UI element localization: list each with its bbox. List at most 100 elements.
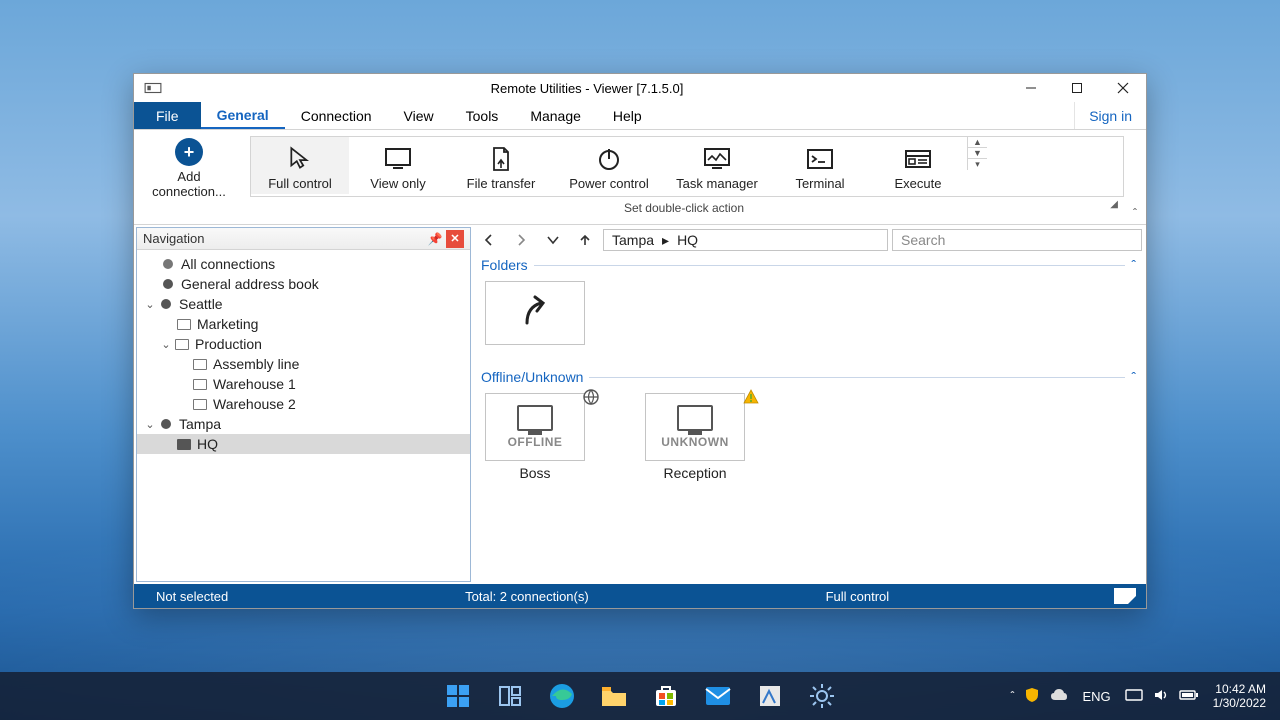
monitor-icon (677, 405, 713, 431)
task-view-button[interactable] (490, 676, 530, 716)
parent-folder-tile[interactable] (485, 281, 585, 345)
dot-icon (159, 259, 177, 269)
tree-assembly-line[interactable]: Assembly line (137, 354, 470, 374)
add-connection-button[interactable]: + Add connection... (134, 130, 244, 224)
power-control-button[interactable]: Power control (555, 137, 663, 194)
edge-icon[interactable] (542, 676, 582, 716)
tree-production[interactable]: ⌄Production (137, 334, 470, 354)
task-manager-button[interactable]: Task manager (663, 137, 771, 194)
tree-seattle[interactable]: ⌄Seattle (137, 294, 470, 314)
tree-hq[interactable]: HQ (137, 434, 470, 454)
execute-button[interactable]: Execute (869, 137, 967, 194)
ribbon-scroll[interactable]: ▲ ▼ ▾ (967, 137, 987, 170)
folder-icon (175, 319, 193, 330)
scroll-down-icon[interactable]: ▼ (968, 148, 987, 159)
plus-icon: + (175, 138, 203, 166)
nav-forward-button[interactable] (507, 229, 535, 251)
navigation-header: Navigation 📌 ✕ (137, 228, 470, 250)
chevron-down-icon[interactable]: ⌄ (143, 298, 157, 311)
collapse-offline-icon[interactable]: ˆ (1131, 369, 1136, 385)
dot-icon (157, 299, 175, 309)
collapse-folders-icon[interactable]: ˆ (1131, 257, 1136, 273)
dot-icon (159, 279, 177, 289)
folder-icon (173, 339, 191, 350)
ribbon-caption: Set double-click action ◢ (244, 197, 1124, 219)
nav-up-button[interactable] (571, 229, 599, 251)
signin-link[interactable]: Sign in (1074, 102, 1146, 129)
menubar: File General Connection View Tools Manag… (134, 102, 1146, 130)
nav-back-button[interactable] (475, 229, 503, 251)
tree-general-address-book[interactable]: General address book (137, 274, 470, 294)
app-toolbar-icon[interactable] (144, 79, 162, 97)
minimize-button[interactable] (1008, 74, 1054, 102)
pin-icon[interactable]: 📌 (426, 230, 444, 248)
status-total: Total: 2 connection(s) (453, 589, 601, 604)
folder-icon (191, 399, 209, 410)
file-icon (485, 143, 517, 175)
keyboard-icon[interactable] (1125, 688, 1143, 705)
settings-icon[interactable] (802, 676, 842, 716)
tree-all-connections[interactable]: All connections (137, 254, 470, 274)
terminal-button[interactable]: Terminal (771, 137, 869, 194)
tray-chevron-icon[interactable]: ˆ (1010, 689, 1014, 703)
battery-icon[interactable] (1179, 689, 1199, 704)
navigation-panel: Navigation 📌 ✕ All connections General a… (136, 227, 471, 582)
ribbon-collapse-button[interactable]: ˆ (1124, 130, 1146, 224)
language-indicator[interactable]: ENG (1082, 689, 1110, 704)
search-input[interactable]: Search (892, 229, 1142, 251)
scroll-expand-icon[interactable]: ▾ (968, 159, 987, 170)
tree-warehouse-2[interactable]: Warehouse 2 (137, 394, 470, 414)
chevron-down-icon[interactable]: ⌄ (143, 418, 157, 431)
status-note-icon[interactable] (1114, 588, 1136, 604)
menu-file[interactable]: File (134, 102, 201, 129)
menu-connection[interactable]: Connection (285, 102, 388, 129)
folder-icon (175, 439, 193, 450)
scroll-up-icon[interactable]: ▲ (968, 137, 987, 148)
menu-view[interactable]: View (388, 102, 450, 129)
taskbar-clock[interactable]: 10:42 AM 1/30/2022 (1213, 682, 1266, 711)
menu-general[interactable]: General (201, 102, 285, 129)
offline-section-header: Offline/Unknownˆ (473, 365, 1144, 389)
tree-warehouse-1[interactable]: Warehouse 1 (137, 374, 470, 394)
file-explorer-icon[interactable] (594, 676, 634, 716)
close-panel-button[interactable]: ✕ (446, 230, 464, 248)
titlebar: Remote Utilities - Viewer [7.1.5.0] (134, 74, 1146, 102)
breadcrumb-seg[interactable]: Tampa (612, 232, 654, 248)
warning-icon (743, 389, 759, 405)
volume-icon[interactable] (1153, 688, 1169, 705)
file-transfer-button[interactable]: File transfer (447, 137, 555, 194)
dot-icon (157, 419, 175, 429)
tree-tampa[interactable]: ⌄Tampa (137, 414, 470, 434)
start-button[interactable] (438, 676, 478, 716)
connection-boss[interactable]: OFFLINE Boss (485, 393, 585, 481)
folders-section-header: Foldersˆ (473, 253, 1144, 277)
taskbar: ˆ ENG 10:42 AM 1/30/2022 (0, 672, 1280, 720)
maximize-button[interactable] (1054, 74, 1100, 102)
cloud-icon[interactable] (1050, 688, 1068, 705)
connection-reception[interactable]: UNKNOWN Reception (645, 393, 745, 481)
system-tray[interactable]: ˆ (1010, 687, 1068, 706)
task-icon (701, 143, 733, 175)
view-only-button[interactable]: View only (349, 137, 447, 194)
tree-marketing[interactable]: Marketing (137, 314, 470, 334)
close-button[interactable] (1100, 74, 1146, 102)
menu-help[interactable]: Help (597, 102, 658, 129)
menu-manage[interactable]: Manage (514, 102, 597, 129)
nav-history-button[interactable] (539, 229, 567, 251)
shield-icon[interactable] (1024, 687, 1040, 706)
ribbon-anchor-icon[interactable]: ◢ (1110, 199, 1118, 210)
full-control-button[interactable]: Full control (251, 137, 349, 194)
menu-tools[interactable]: Tools (450, 102, 515, 129)
status-mode: Full control (814, 589, 902, 604)
window-title: Remote Utilities - Viewer [7.1.5.0] (166, 81, 1008, 96)
monitor-icon (382, 143, 414, 175)
app-icon[interactable] (750, 676, 790, 716)
breadcrumb-path[interactable]: Tampa ▸ HQ (603, 229, 888, 251)
chevron-down-icon[interactable]: ⌄ (159, 338, 173, 351)
mail-icon[interactable] (698, 676, 738, 716)
globe-icon (583, 389, 599, 405)
breadcrumb-seg[interactable]: HQ (677, 232, 698, 248)
terminal-icon (804, 143, 836, 175)
chevron-right-icon: ▸ (662, 232, 669, 249)
store-icon[interactable] (646, 676, 686, 716)
